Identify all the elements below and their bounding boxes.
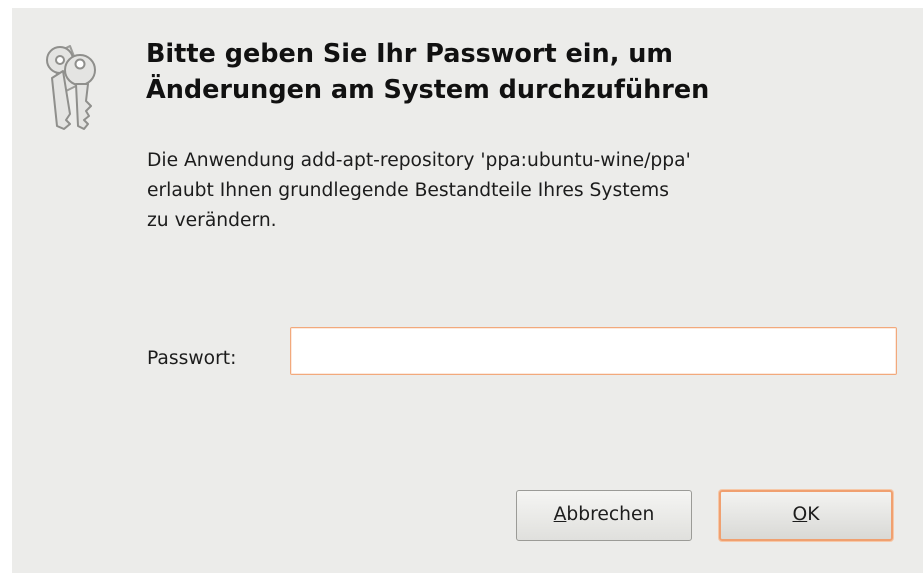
ok-mnemonic: O: [792, 504, 808, 525]
dialog-heading: Bitte geben Sie Ihr Passwort ein, um Änd…: [146, 36, 906, 108]
ok-label-rest: K: [807, 504, 820, 525]
dialog-message: Die Anwendung add-apt-repository 'ppa:ub…: [147, 150, 691, 231]
password-label: Passwort:: [147, 348, 237, 369]
heading-line-1: Bitte geben Sie Ihr Passwort ein, um: [146, 39, 673, 69]
ok-button[interactable]: OK: [719, 490, 893, 541]
cancel-mnemonic: A: [553, 504, 567, 525]
cancel-label-rest: bbrechen: [566, 504, 655, 525]
keys-icon: [46, 45, 96, 130]
heading-line-2: Änderungen am System durchzuführen: [146, 75, 710, 105]
password-field[interactable]: [290, 327, 897, 375]
cancel-button[interactable]: Abbrechen: [516, 490, 692, 541]
